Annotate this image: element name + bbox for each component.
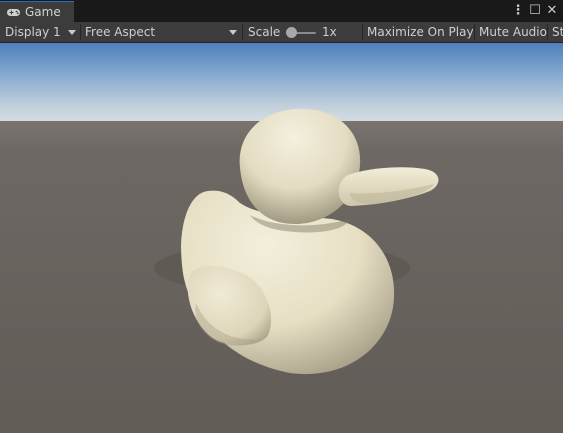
game-toolbar: Display 1 Free Aspect Scale 1x Maximize …: [0, 22, 563, 43]
scale-label: Scale: [248, 25, 281, 39]
scale-value: 1x: [317, 22, 357, 42]
tab-bar: Game ⋮ ☐ ✕: [0, 0, 563, 22]
display-dropdown-label: Display 1: [5, 25, 61, 39]
more-options-icon[interactable]: ⋮: [511, 3, 525, 18]
display-dropdown[interactable]: Display 1: [0, 22, 80, 42]
close-icon[interactable]: ✕: [545, 3, 559, 18]
gamepad-icon: [7, 8, 20, 16]
tab-title: Game: [25, 5, 61, 19]
tab-game[interactable]: Game: [0, 1, 74, 22]
scale-value-text: 1x: [322, 25, 337, 39]
scale-slider-thumb[interactable]: [286, 27, 297, 38]
window-controls: ⋮ ☐ ✕: [511, 3, 559, 18]
mute-audio-toggle[interactable]: Mute Audio: [474, 22, 547, 42]
game-scene: [0, 43, 563, 433]
maximize-on-play-toggle[interactable]: Maximize On Play: [362, 22, 474, 42]
stats-toggle[interactable]: St: [547, 22, 563, 42]
mute-audio-label: Mute Audio: [479, 25, 547, 39]
game-viewport[interactable]: [0, 43, 563, 433]
chevron-down-icon: [229, 30, 237, 35]
aspect-dropdown-label: Free Aspect: [85, 25, 156, 39]
aspect-dropdown[interactable]: Free Aspect: [80, 22, 240, 42]
chevron-down-icon: [68, 30, 76, 35]
maximize-on-play-label: Maximize On Play: [367, 25, 474, 39]
sky: [0, 43, 563, 123]
stats-toggle-label: St: [552, 25, 563, 39]
maximize-icon[interactable]: ☐: [528, 3, 542, 18]
game-window: Game ⋮ ☐ ✕ Display 1 Free Aspect Scale 1…: [0, 0, 563, 433]
